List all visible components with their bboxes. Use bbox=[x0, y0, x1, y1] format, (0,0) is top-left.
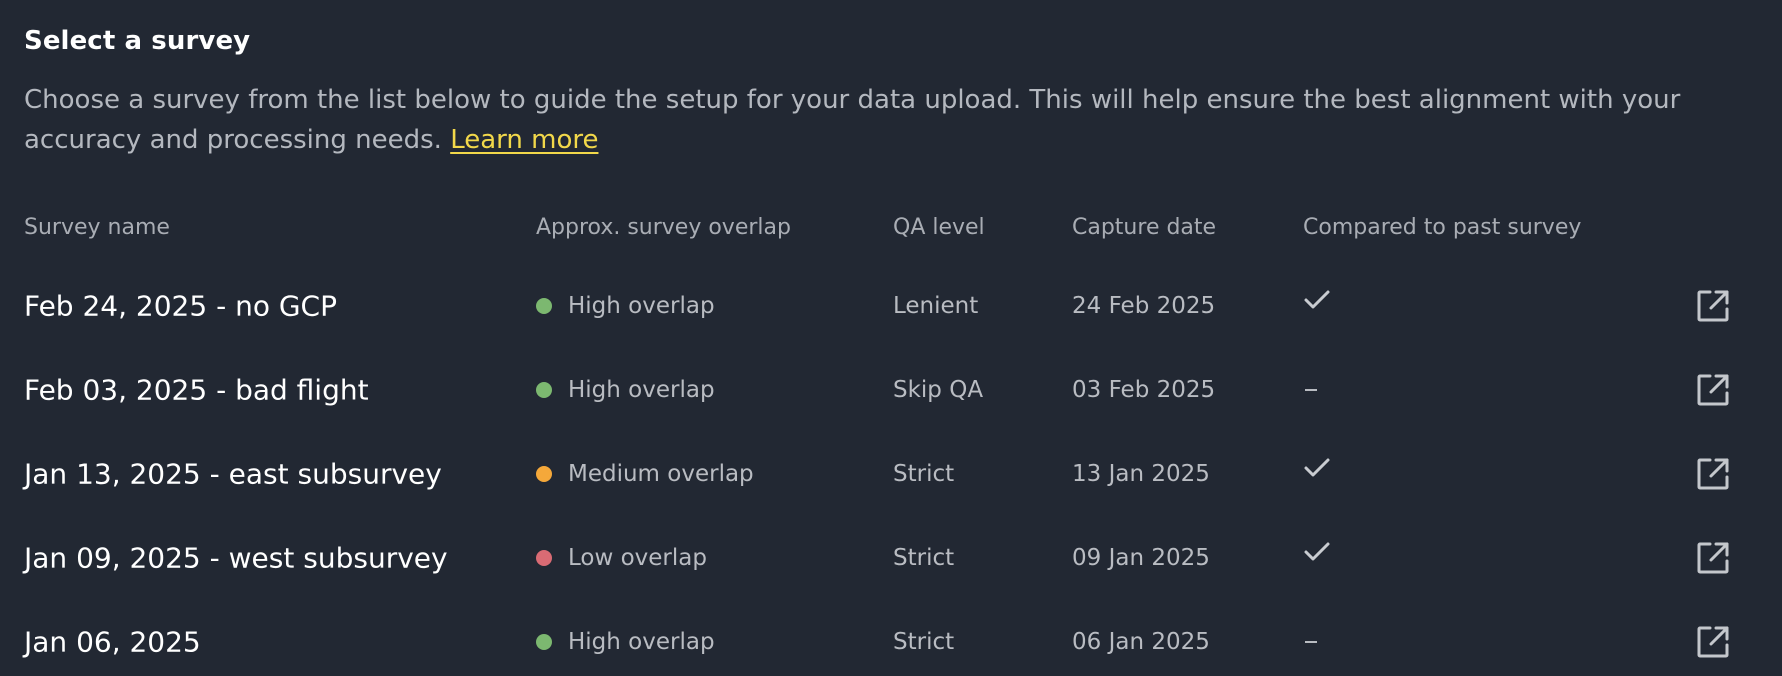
overlap-status-dot bbox=[536, 466, 552, 482]
check-icon bbox=[1304, 290, 1330, 309]
compared-indicator bbox=[1303, 375, 1317, 405]
open-in-new-icon bbox=[1697, 290, 1729, 322]
qa-level: Strict bbox=[893, 629, 955, 655]
overlap-status-dot bbox=[536, 550, 552, 566]
capture-date: 03 Feb 2025 bbox=[1072, 377, 1216, 403]
open-in-new-icon bbox=[1697, 542, 1729, 574]
qa-level: Skip QA bbox=[893, 377, 984, 403]
overlap-label: High overlap bbox=[568, 293, 715, 319]
open-in-new-icon bbox=[1697, 626, 1729, 658]
compared-indicator bbox=[1303, 453, 1331, 483]
page-title: Select a survey bbox=[24, 26, 251, 56]
capture-date: 09 Jan 2025 bbox=[1072, 545, 1210, 571]
open-in-new-icon bbox=[1697, 374, 1729, 406]
table-row[interactable]: Jan 06, 2025 High overlap Strict 06 Jan … bbox=[0, 600, 1782, 676]
capture-date: 06 Jan 2025 bbox=[1072, 629, 1210, 655]
column-header-capture-date[interactable]: Capture date bbox=[1072, 215, 1216, 240]
overlap-status-dot bbox=[536, 298, 552, 314]
survey-overlap: Medium overlap bbox=[536, 461, 754, 487]
overlap-status-dot bbox=[536, 634, 552, 650]
survey-overlap: Low overlap bbox=[536, 545, 707, 571]
table-row[interactable]: Jan 13, 2025 - east subsurvey Medium ove… bbox=[0, 432, 1782, 516]
survey-overlap: High overlap bbox=[536, 293, 715, 319]
compared-indicator bbox=[1303, 537, 1331, 567]
description-text: Choose a survey from the list below to g… bbox=[24, 85, 1681, 155]
overlap-label: High overlap bbox=[568, 377, 715, 403]
overlap-status-dot bbox=[536, 382, 552, 398]
column-header-overlap[interactable]: Approx. survey overlap bbox=[536, 215, 791, 240]
survey-selector: Select a survey Choose a survey from the… bbox=[0, 0, 1782, 676]
column-header-qa-level[interactable]: QA level bbox=[893, 215, 985, 240]
table-row[interactable]: Jan 09, 2025 - west subsurvey Low overla… bbox=[0, 516, 1782, 600]
check-icon bbox=[1304, 458, 1330, 477]
overlap-label: High overlap bbox=[568, 629, 715, 655]
survey-name: Jan 13, 2025 - east subsurvey bbox=[24, 457, 442, 491]
check-icon bbox=[1304, 542, 1330, 561]
survey-name: Jan 06, 2025 bbox=[24, 625, 201, 659]
survey-name: Jan 09, 2025 - west subsurvey bbox=[24, 541, 448, 575]
learn-more-link[interactable]: Learn more bbox=[450, 125, 598, 155]
page-description: Choose a survey from the list below to g… bbox=[24, 80, 1764, 160]
capture-date: 13 Jan 2025 bbox=[1072, 461, 1210, 487]
open-survey-button[interactable] bbox=[1696, 289, 1730, 323]
open-in-new-icon bbox=[1697, 458, 1729, 490]
capture-date: 24 Feb 2025 bbox=[1072, 293, 1216, 319]
survey-overlap: High overlap bbox=[536, 629, 715, 655]
open-survey-button[interactable] bbox=[1696, 625, 1730, 659]
open-survey-button[interactable] bbox=[1696, 457, 1730, 491]
dash-icon bbox=[1305, 641, 1317, 643]
table-row[interactable]: Feb 24, 2025 - no GCP High overlap Lenie… bbox=[0, 264, 1782, 348]
open-survey-button[interactable] bbox=[1696, 373, 1730, 407]
qa-level: Strict bbox=[893, 545, 955, 571]
table-row[interactable]: Feb 03, 2025 - bad flight High overlap S… bbox=[0, 348, 1782, 432]
compared-indicator bbox=[1303, 285, 1331, 315]
dash-icon bbox=[1305, 389, 1317, 391]
column-header-survey-name[interactable]: Survey name bbox=[24, 215, 170, 240]
open-survey-button[interactable] bbox=[1696, 541, 1730, 575]
column-header-compared[interactable]: Compared to past survey bbox=[1303, 215, 1581, 240]
compared-indicator bbox=[1303, 627, 1317, 657]
qa-level: Lenient bbox=[893, 293, 979, 319]
overlap-label: Low overlap bbox=[568, 545, 707, 571]
survey-overlap: High overlap bbox=[536, 377, 715, 403]
survey-name: Feb 24, 2025 - no GCP bbox=[24, 289, 337, 323]
overlap-label: Medium overlap bbox=[568, 461, 754, 487]
qa-level: Strict bbox=[893, 461, 955, 487]
survey-name: Feb 03, 2025 - bad flight bbox=[24, 373, 369, 407]
